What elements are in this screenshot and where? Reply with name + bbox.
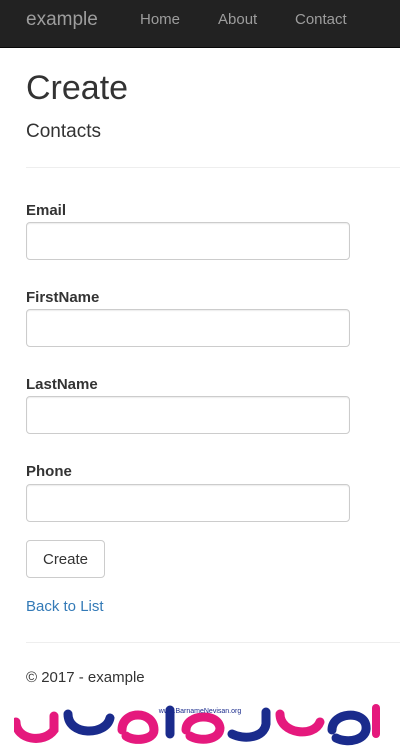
barnamenevisan-logo: www.BarnameNevisan.org (14, 704, 380, 746)
firstname-input[interactable] (26, 309, 350, 347)
logo-blue-stroke-3 (227, 707, 271, 742)
back-to-list-link[interactable]: Back to List (26, 598, 104, 616)
phone-input[interactable] (26, 484, 350, 522)
logo-magenta-stroke-4 (275, 709, 325, 737)
create-button[interactable]: Create (26, 540, 105, 578)
page-title: Create (26, 69, 129, 107)
nav-link-about[interactable]: About (218, 11, 257, 29)
divider (26, 167, 400, 168)
footer-divider (26, 642, 400, 643)
logo-url-text: www.BarnameNevisan.org (158, 708, 242, 715)
logo-magenta-stroke-3 (181, 712, 225, 744)
phone-label: Phone (26, 463, 72, 480)
footer-copyright: © 2017 - example (26, 669, 145, 686)
lastname-label: LastName (26, 376, 98, 393)
nav-link-home[interactable]: Home (140, 11, 180, 29)
logo-magenta-stroke-left (14, 711, 59, 743)
nav-link-contact[interactable]: Contact (295, 11, 347, 29)
logo-blue-stroke-1 (63, 709, 115, 736)
brand-link[interactable]: example (26, 10, 98, 30)
email-label: Email (26, 202, 67, 219)
email-input[interactable] (26, 222, 350, 260)
navbar: example Home About Contact (0, 0, 400, 48)
lastname-input[interactable] (26, 396, 350, 434)
logo-magenta-stroke-2 (117, 710, 159, 744)
page-subtitle: Contacts (26, 121, 101, 142)
logo-blue-stroke-4 (327, 710, 371, 746)
firstname-label: FirstName (26, 289, 100, 306)
